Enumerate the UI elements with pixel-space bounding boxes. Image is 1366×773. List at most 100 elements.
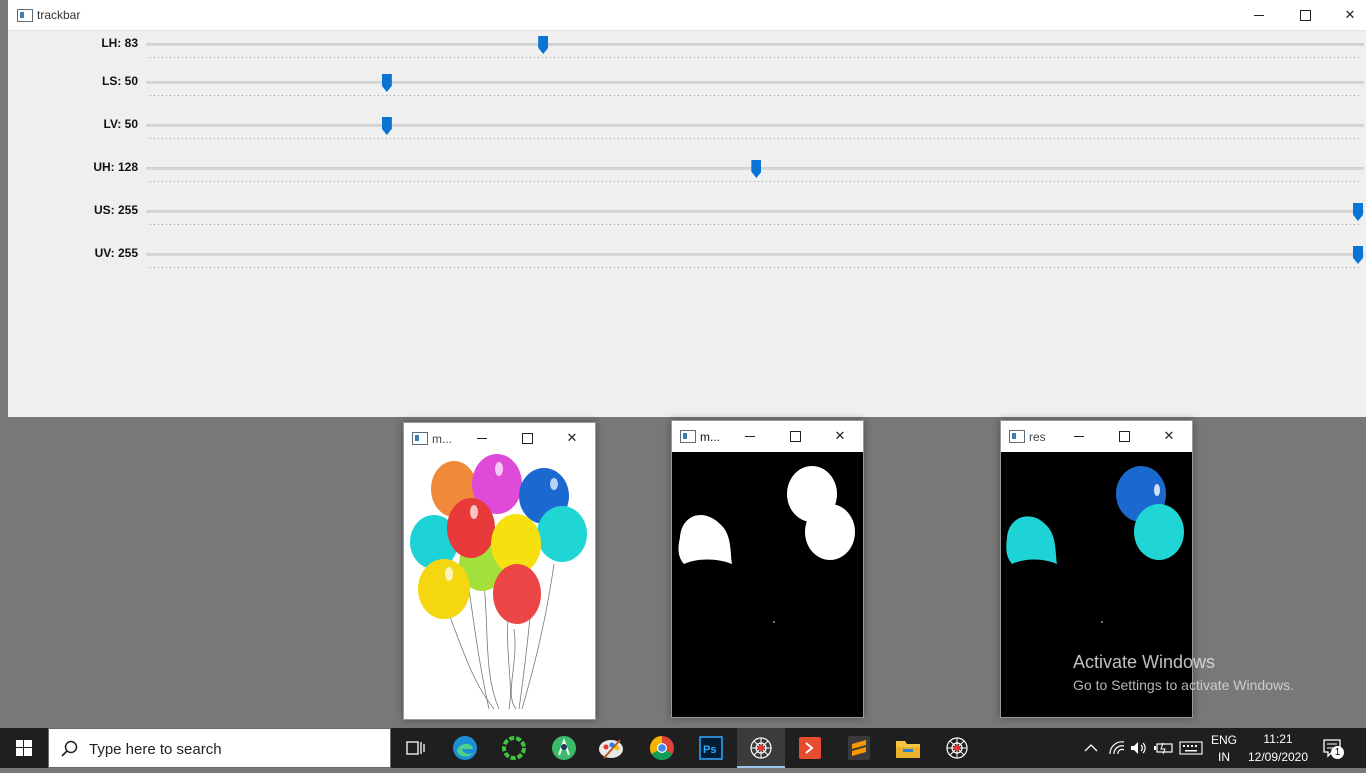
app-window-icon <box>17 9 33 22</box>
task-view-button[interactable] <box>392 728 440 768</box>
slider-thumb[interactable] <box>381 74 392 92</box>
taskbar-app-paint[interactable] <box>588 728 636 768</box>
taskbar-app-edge[interactable] <box>441 728 489 768</box>
slider-thumb[interactable] <box>538 36 549 54</box>
minimize-button[interactable] <box>1236 0 1282 30</box>
taskbar: Type here to search Ps ENG IN 11:21 12/0… <box>0 728 1366 768</box>
mask-image <box>672 452 863 717</box>
slider-thumb[interactable] <box>751 160 762 178</box>
taskbar-app-opencv-active[interactable] <box>737 728 785 768</box>
taskbar-app-photoshop[interactable]: Ps <box>687 728 735 768</box>
image-window-result[interactable]: res <box>1000 420 1193 718</box>
taskbar-app-android-studio[interactable] <box>540 728 588 768</box>
taskbar-app-chrome[interactable] <box>638 728 686 768</box>
taskbar-app-sublime[interactable] <box>835 728 883 768</box>
balloons-image <box>404 454 595 719</box>
close-button[interactable] <box>1146 421 1192 451</box>
language-indicator-line1[interactable]: ENG <box>1208 733 1240 747</box>
maximize-button[interactable] <box>772 421 818 451</box>
opencv-spider-icon <box>946 737 968 759</box>
taskbar-app-opencv[interactable] <box>933 728 981 768</box>
image-window-titlebar[interactable]: res <box>1001 421 1192 451</box>
clock-time[interactable]: 11:21 <box>1246 732 1310 746</box>
taskbar-app-git[interactable] <box>786 728 834 768</box>
trackbar-window-title: trackbar <box>37 8 81 22</box>
slider-thumb[interactable] <box>1353 203 1363 221</box>
image-window-original[interactable]: m... <box>403 422 596 720</box>
chevron-up-icon[interactable] <box>1084 742 1098 754</box>
image-window-titlebar[interactable]: m... <box>672 421 863 451</box>
sublime-icon <box>848 736 870 760</box>
close-button[interactable] <box>817 421 863 451</box>
mask-graphic <box>678 466 855 623</box>
paint-icon <box>599 739 623 759</box>
trackbar-titlebar[interactable]: trackbar <box>8 0 1366 31</box>
maximize-button[interactable] <box>1101 421 1147 451</box>
slider-label: UV: 255 <box>94 246 138 260</box>
slider-ticks <box>150 95 1362 96</box>
svg-text:Ps: Ps <box>703 744 716 756</box>
image-window-mask[interactable]: m... <box>671 420 864 718</box>
app-window-icon <box>1009 430 1025 443</box>
taskbar-app-file-explorer[interactable] <box>884 728 932 768</box>
slider-label: LH: 83 <box>101 36 138 50</box>
task-view-icon <box>406 741 425 755</box>
app-window-icon <box>412 432 428 445</box>
clock-date[interactable]: 12/09/2020 <box>1246 750 1310 764</box>
slider-label: LS: 50 <box>101 74 138 88</box>
slider-lh[interactable]: LH: 83 <box>8 36 1366 66</box>
image-window-title: m... <box>432 432 452 446</box>
start-button[interactable] <box>0 728 48 768</box>
slider-track[interactable] <box>146 81 1364 84</box>
slider-track[interactable] <box>146 210 1364 213</box>
slider-ls[interactable]: LS: 50 <box>8 74 1366 104</box>
slider-ticks <box>150 267 1362 268</box>
minimize-button[interactable] <box>1056 421 1102 451</box>
action-center-button[interactable]: 1 <box>1322 738 1344 760</box>
image-window-title: res <box>1029 430 1046 444</box>
slider-thumb[interactable] <box>1353 246 1363 264</box>
minimize-button[interactable] <box>727 421 773 451</box>
maximize-button[interactable] <box>504 423 550 453</box>
slider-label: UH: 128 <box>93 160 138 174</box>
windows-logo-icon <box>16 740 32 756</box>
activate-windows-title: Activate Windows <box>1073 652 1216 672</box>
search-input[interactable]: Type here to search <box>48 728 391 768</box>
slider-track[interactable] <box>146 253 1364 256</box>
slider-uh[interactable]: UH: 128 <box>8 160 1366 190</box>
minimize-button[interactable] <box>459 423 505 453</box>
language-indicator-line2[interactable]: IN <box>1208 750 1240 764</box>
slider-ticks <box>150 181 1362 182</box>
slider-us[interactable]: US: 255 <box>8 203 1366 233</box>
slider-lv[interactable]: LV: 50 <box>8 117 1366 147</box>
volume-icon[interactable] <box>1130 740 1148 756</box>
file-explorer-icon <box>896 741 920 758</box>
slider-ticks <box>150 138 1362 139</box>
slider-track[interactable] <box>146 43 1364 46</box>
git-icon <box>799 737 821 759</box>
opencv-spider-icon <box>750 737 772 759</box>
network-icon[interactable] <box>1108 740 1126 756</box>
edge-icon <box>453 736 477 760</box>
search-icon <box>61 740 78 757</box>
keyboard-icon[interactable] <box>1179 741 1203 755</box>
slider-track[interactable] <box>146 124 1364 127</box>
slider-uv[interactable]: UV: 255 <box>8 246 1366 276</box>
close-button[interactable] <box>1327 0 1366 30</box>
close-button[interactable] <box>549 423 595 453</box>
taskbar-app-circular[interactable] <box>490 728 538 768</box>
search-placeholder: Type here to search <box>89 741 222 758</box>
slider-label: US: 255 <box>93 203 138 217</box>
slider-ticks <box>150 224 1362 225</box>
slider-ticks <box>150 57 1362 58</box>
slider-thumb[interactable] <box>381 117 392 135</box>
chrome-icon <box>649 736 674 761</box>
maximize-button[interactable] <box>1282 0 1328 30</box>
photoshop-icon: Ps <box>699 736 723 760</box>
activate-windows-subtitle: Go to Settings to activate Windows. <box>1073 677 1294 693</box>
battery-icon[interactable] <box>1154 741 1174 755</box>
image-window-title: m... <box>700 430 720 444</box>
image-window-titlebar[interactable]: m... <box>404 423 595 453</box>
balloons-graphic <box>410 454 587 710</box>
android-studio-icon <box>552 736 576 760</box>
